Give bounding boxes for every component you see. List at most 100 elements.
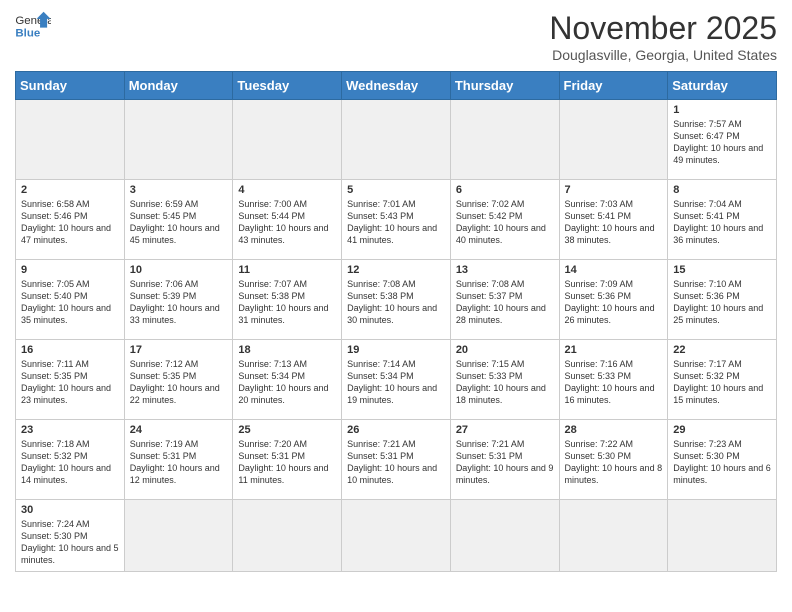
calendar-day-cell <box>559 100 668 180</box>
calendar-day-cell: 26Sunrise: 7:21 AM Sunset: 5:31 PM Dayli… <box>342 420 451 500</box>
calendar-day-cell: 19Sunrise: 7:14 AM Sunset: 5:34 PM Dayli… <box>342 340 451 420</box>
calendar-day-cell: 13 Sunrise: 7:08 AM Sunset: 5:37 PM Dayli… <box>450 260 559 340</box>
day-number: 17 <box>130 344 228 356</box>
day-number: 15 <box>673 264 771 276</box>
day-info: Sunrise: 7:19 AM Sunset: 5:31 PM Dayligh… <box>130 438 228 487</box>
col-friday: Friday <box>559 72 668 100</box>
day-number: 3 <box>130 184 228 196</box>
day-number: 14 <box>565 264 663 276</box>
calendar-day-cell: 29Sunrise: 7:23 AM Sunset: 5:30 PM Dayli… <box>668 420 777 500</box>
day-number: 13 <box>456 264 554 276</box>
calendar-day-cell: 20 Sunrise: 7:15 AM Sunset: 5:33 PM Dayli… <box>450 340 559 420</box>
day-info: Sunrise: 7:00 AM Sunset: 5:44 PM Dayligh… <box>238 198 336 247</box>
day-info: Sunrise: 7:08 AM Sunset: 5:37 PM Dayligh… <box>456 278 554 327</box>
day-info: Sunrise: 7:11 AM Sunset: 5:35 PM Dayligh… <box>21 358 119 407</box>
calendar-day-cell: 3 Sunrise: 6:59 AM Sunset: 5:45 PM Daylig… <box>124 180 233 260</box>
calendar-day-cell <box>668 500 777 572</box>
day-info: Sunrise: 7:03 AM Sunset: 5:41 PM Dayligh… <box>565 198 663 247</box>
day-info: Sunrise: 7:21 AM Sunset: 5:31 PM Dayligh… <box>456 438 554 487</box>
calendar-day-cell: 1 Sunrise: 7:57 AM Sunset: 6:47 PM Daylig… <box>668 100 777 180</box>
day-number: 24 <box>130 424 228 436</box>
col-wednesday: Wednesday <box>342 72 451 100</box>
calendar-day-cell: 22Sunrise: 7:17 AM Sunset: 5:32 PM Dayli… <box>668 340 777 420</box>
calendar-day-cell: 7Sunrise: 7:03 AM Sunset: 5:41 PM Daylig… <box>559 180 668 260</box>
day-number: 27 <box>456 424 554 436</box>
calendar: Sunday Monday Tuesday Wednesday Thursday… <box>15 71 777 572</box>
col-sunday: Sunday <box>16 72 125 100</box>
day-number: 6 <box>456 184 554 196</box>
day-number: 9 <box>21 264 119 276</box>
day-info: Sunrise: 7:18 AM Sunset: 5:32 PM Dayligh… <box>21 438 119 487</box>
day-info: Sunrise: 7:09 AM Sunset: 5:36 PM Dayligh… <box>565 278 663 327</box>
day-number: 11 <box>238 264 336 276</box>
day-info: Sunrise: 7:22 AM Sunset: 5:30 PM Dayligh… <box>565 438 663 487</box>
calendar-week-row: 9Sunrise: 7:05 AM Sunset: 5:40 PM Daylig… <box>16 260 777 340</box>
calendar-day-cell: 9Sunrise: 7:05 AM Sunset: 5:40 PM Daylig… <box>16 260 125 340</box>
calendar-day-cell: 6 Sunrise: 7:02 AM Sunset: 5:42 PM Daylig… <box>450 180 559 260</box>
day-info: Sunrise: 6:58 AM Sunset: 5:46 PM Dayligh… <box>21 198 119 247</box>
day-info: Sunrise: 6:59 AM Sunset: 5:45 PM Dayligh… <box>130 198 228 247</box>
calendar-day-cell: 11 Sunrise: 7:07 AM Sunset: 5:38 PM Dayli… <box>233 260 342 340</box>
calendar-week-row: 16 Sunrise: 7:11 AM Sunset: 5:35 PM Dayli… <box>16 340 777 420</box>
calendar-day-cell <box>450 500 559 572</box>
calendar-day-cell <box>342 100 451 180</box>
day-number: 16 <box>21 344 119 356</box>
calendar-day-cell <box>559 500 668 572</box>
day-number: 12 <box>347 264 445 276</box>
calendar-day-cell: 16 Sunrise: 7:11 AM Sunset: 5:35 PM Dayli… <box>16 340 125 420</box>
calendar-day-cell <box>16 100 125 180</box>
calendar-day-cell: 18 Sunrise: 7:13 AM Sunset: 5:34 PM Dayli… <box>233 340 342 420</box>
day-info: Sunrise: 7:20 AM Sunset: 5:31 PM Dayligh… <box>238 438 336 487</box>
day-number: 8 <box>673 184 771 196</box>
day-info: Sunrise: 7:23 AM Sunset: 5:30 PM Dayligh… <box>673 438 771 487</box>
day-info: Sunrise: 7:17 AM Sunset: 5:32 PM Dayligh… <box>673 358 771 407</box>
day-number: 30 <box>21 504 119 516</box>
calendar-day-cell: 2Sunrise: 6:58 AM Sunset: 5:46 PM Daylig… <box>16 180 125 260</box>
calendar-day-cell: 5Sunrise: 7:01 AM Sunset: 5:43 PM Daylig… <box>342 180 451 260</box>
day-number: 4 <box>238 184 336 196</box>
day-number: 18 <box>238 344 336 356</box>
day-info: Sunrise: 7:13 AM Sunset: 5:34 PM Dayligh… <box>238 358 336 407</box>
calendar-week-row: 23 Sunrise: 7:18 AM Sunset: 5:32 PM Dayli… <box>16 420 777 500</box>
day-info: Sunrise: 7:12 AM Sunset: 5:35 PM Dayligh… <box>130 358 228 407</box>
location: Douglasville, Georgia, United States <box>549 47 777 63</box>
col-thursday: Thursday <box>450 72 559 100</box>
calendar-day-cell: 23 Sunrise: 7:18 AM Sunset: 5:32 PM Dayli… <box>16 420 125 500</box>
col-tuesday: Tuesday <box>233 72 342 100</box>
calendar-day-cell: 8 Sunrise: 7:04 AM Sunset: 5:41 PM Daylig… <box>668 180 777 260</box>
day-info: Sunrise: 7:07 AM Sunset: 5:38 PM Dayligh… <box>238 278 336 327</box>
calendar-week-row: 2Sunrise: 6:58 AM Sunset: 5:46 PM Daylig… <box>16 180 777 260</box>
day-number: 5 <box>347 184 445 196</box>
calendar-day-cell: 25 Sunrise: 7:20 AM Sunset: 5:31 PM Dayli… <box>233 420 342 500</box>
logo: General Blue <box>15 10 51 40</box>
calendar-day-cell: 30Sunrise: 7:24 AM Sunset: 5:30 PM Dayli… <box>16 500 125 572</box>
day-number: 26 <box>347 424 445 436</box>
calendar-day-cell <box>450 100 559 180</box>
calendar-day-cell <box>342 500 451 572</box>
header: General Blue November 2025 Douglasville,… <box>15 10 777 63</box>
day-number: 1 <box>673 104 771 116</box>
day-info: Sunrise: 7:10 AM Sunset: 5:36 PM Dayligh… <box>673 278 771 327</box>
month-title: November 2025 <box>549 10 777 47</box>
day-info: Sunrise: 7:02 AM Sunset: 5:42 PM Dayligh… <box>456 198 554 247</box>
day-number: 25 <box>238 424 336 436</box>
day-info: Sunrise: 7:14 AM Sunset: 5:34 PM Dayligh… <box>347 358 445 407</box>
calendar-day-cell: 28 Sunrise: 7:22 AM Sunset: 5:30 PM Dayli… <box>559 420 668 500</box>
calendar-day-cell <box>124 500 233 572</box>
calendar-week-row: 30Sunrise: 7:24 AM Sunset: 5:30 PM Dayli… <box>16 500 777 572</box>
day-info: Sunrise: 7:15 AM Sunset: 5:33 PM Dayligh… <box>456 358 554 407</box>
page: General Blue November 2025 Douglasville,… <box>0 0 792 587</box>
calendar-day-cell <box>233 500 342 572</box>
calendar-header-row: Sunday Monday Tuesday Wednesday Thursday… <box>16 72 777 100</box>
day-number: 20 <box>456 344 554 356</box>
day-info: Sunrise: 7:57 AM Sunset: 6:47 PM Dayligh… <box>673 118 771 167</box>
calendar-day-cell: 15 Sunrise: 7:10 AM Sunset: 5:36 PM Dayli… <box>668 260 777 340</box>
day-number: 23 <box>21 424 119 436</box>
calendar-day-cell: 4 Sunrise: 7:00 AM Sunset: 5:44 PM Daylig… <box>233 180 342 260</box>
day-number: 28 <box>565 424 663 436</box>
calendar-week-row: 1 Sunrise: 7:57 AM Sunset: 6:47 PM Daylig… <box>16 100 777 180</box>
calendar-day-cell: 21Sunrise: 7:16 AM Sunset: 5:33 PM Dayli… <box>559 340 668 420</box>
day-info: Sunrise: 7:04 AM Sunset: 5:41 PM Dayligh… <box>673 198 771 247</box>
calendar-day-cell: 14 Sunrise: 7:09 AM Sunset: 5:36 PM Dayli… <box>559 260 668 340</box>
calendar-day-cell <box>124 100 233 180</box>
